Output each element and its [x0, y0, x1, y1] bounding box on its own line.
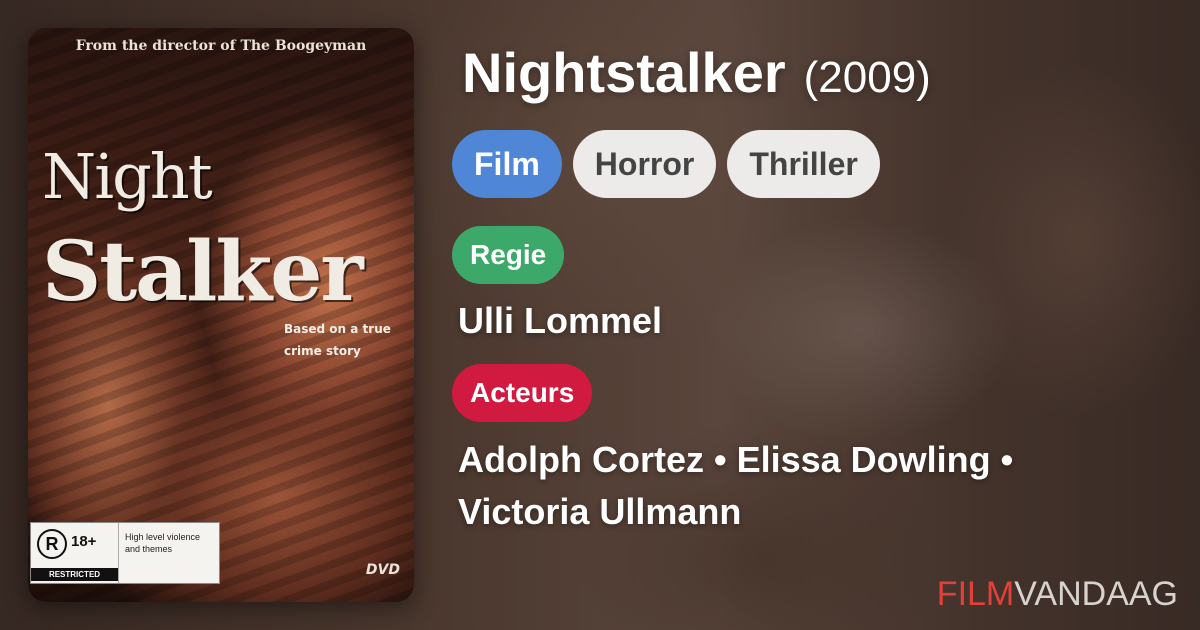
brand-logo-part1: FILM — [936, 575, 1015, 613]
director-badge: Regie — [452, 226, 565, 284]
movie-title: Nightstalker — [462, 41, 786, 104]
movie-poster: From the director of The Boogeyman Night… — [28, 28, 414, 602]
rating-age: 18+ — [71, 533, 97, 550]
tag-horror[interactable]: Horror — [572, 130, 717, 198]
rating-consumer-advice: High level violence and themes — [125, 532, 201, 554]
rating-classification: R 18+ RESTRICTED — [31, 523, 119, 583]
rating-restricted-label: RESTRICTED — [31, 568, 118, 581]
poster-tagline: From the director of The Boogeyman — [75, 38, 367, 54]
dvd-logo: DVD — [365, 562, 400, 578]
brand-logo: FILMVANDAAG — [937, 575, 1178, 614]
director-name: Ulli Lommel — [458, 300, 663, 341]
tag-list: Film Horror Thriller — [452, 130, 880, 198]
rating-label: R 18+ RESTRICTED High level violence and… — [30, 522, 220, 584]
cast-line-2: Victoria Ullmann — [458, 491, 742, 532]
rating-r-icon: R — [37, 529, 67, 559]
brand-logo-part2: VANDAAG — [1014, 575, 1178, 613]
cast-badge: Acteurs — [452, 364, 593, 422]
cast-list: Adolph Cortez • Elissa Dowling • Victori… — [458, 434, 1158, 538]
tag-thriller[interactable]: Thriller — [727, 130, 880, 198]
tag-film[interactable]: Film — [452, 130, 562, 198]
poster-title-line2: Stalker — [42, 224, 364, 320]
movie-year: (2009) — [803, 53, 931, 102]
poster-title-line1: Night — [42, 140, 213, 213]
poster-based-on: Based on a true crime story — [284, 322, 391, 358]
title-row: Nightstalker (2009) — [462, 40, 931, 105]
cast-line-1: Adolph Cortez • Elissa Dowling • — [458, 439, 1014, 480]
